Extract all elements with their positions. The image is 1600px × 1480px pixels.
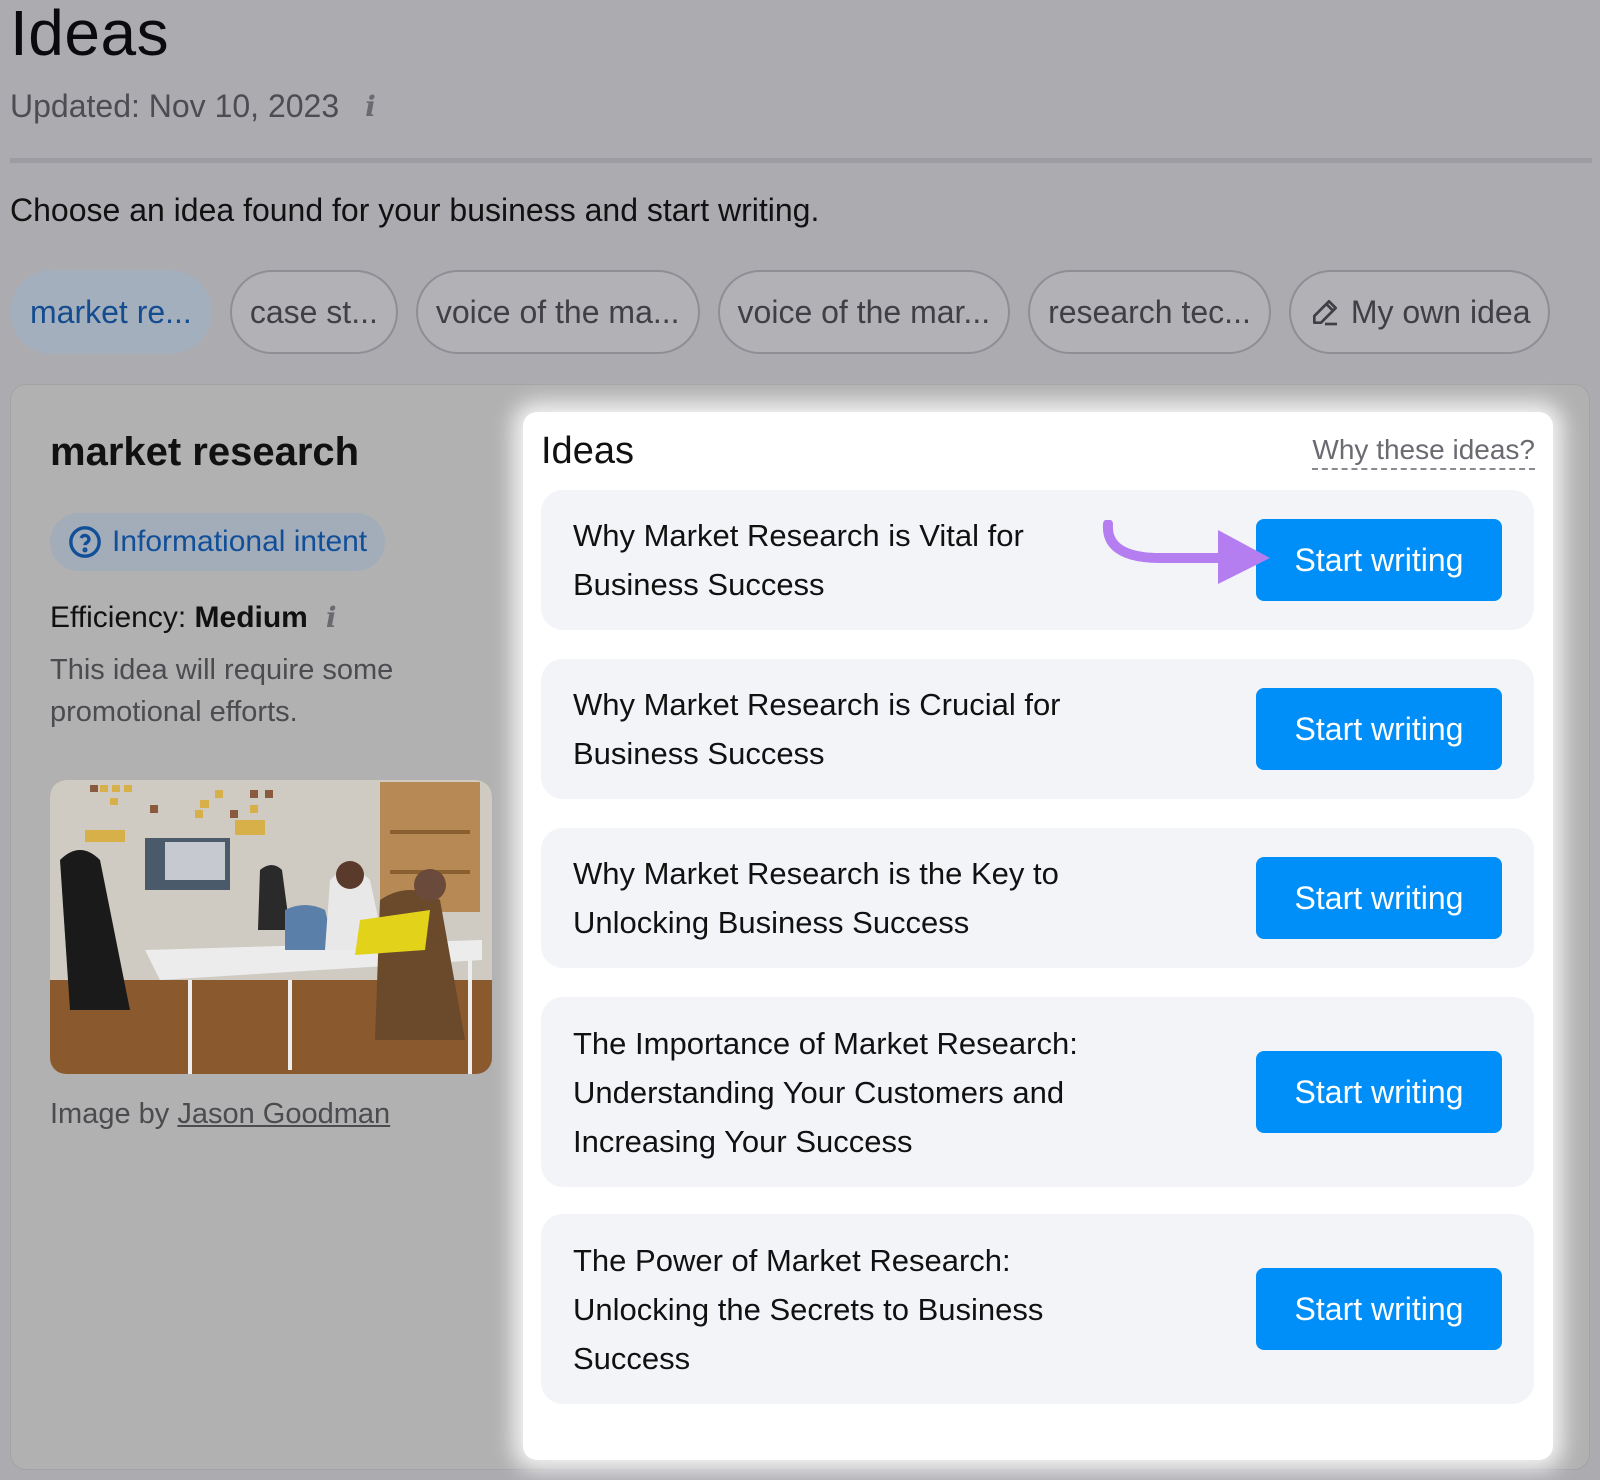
updated-date: Updated: Nov 10, 2023 [10, 88, 340, 124]
info-icon[interactable]: i [326, 601, 337, 634]
ideas-list-panel: Ideas Why these ideas? Why Market Resear… [523, 412, 1553, 1460]
intent-badge: Informational intent [50, 513, 386, 571]
idea-card: Why Market Research is Vital for Busines… [541, 490, 1534, 630]
idea-card: Why Market Research is the Key to Unlock… [541, 828, 1534, 968]
image-credit: Image by Jason Goodman [50, 1098, 390, 1131]
idea-title: Why Market Research is Vital for Busines… [573, 518, 1024, 602]
idea-card: Why Market Research is Crucial for Busin… [541, 659, 1534, 799]
idea-card: The Power of Market Research: Unlocking … [541, 1214, 1534, 1404]
divider [10, 158, 1592, 163]
chip-voice-of-market-2[interactable]: voice of the mar... [717, 270, 1011, 354]
credit-prefix: Image by [50, 1098, 170, 1130]
question-circle-icon [69, 526, 101, 558]
page-title: Ideas [10, 0, 170, 69]
chip-label: voice of the ma... [435, 293, 680, 330]
chip-market-research[interactable]: market re... [10, 270, 212, 354]
idea-title: The Power of Market Research: Unlocking … [573, 1242, 1044, 1376]
pencil-icon [1312, 300, 1337, 326]
idea-title: Why Market Research is Crucial for Busin… [573, 687, 1061, 771]
intro-text: Choose an idea found for your business a… [10, 192, 820, 228]
why-these-ideas-link[interactable]: Why these ideas? [1312, 434, 1535, 470]
meeting-photo-illustration [50, 780, 492, 1074]
start-writing-button[interactable]: Start writing [1256, 1268, 1502, 1350]
info-icon[interactable]: i [365, 90, 376, 123]
credit-author-link[interactable]: Jason Goodman [177, 1098, 390, 1130]
start-writing-button[interactable]: Start writing [1256, 1051, 1502, 1133]
idea-title: Why Market Research is the Key to Unlock… [573, 856, 1059, 940]
chip-label: My own idea [1350, 293, 1531, 330]
topic-photo [50, 780, 492, 1074]
idea-title: The Importance of Market Research: Under… [573, 1025, 1078, 1159]
start-writing-button[interactable]: Start writing [1256, 857, 1502, 939]
chip-label: case st... [249, 293, 378, 330]
chip-case-study[interactable]: case st... [229, 270, 398, 354]
ideas-title: Ideas [541, 430, 634, 472]
chip-label: market re... [30, 293, 192, 330]
intent-label: Informational intent [112, 525, 368, 558]
efficiency-label: Efficiency: [50, 601, 187, 634]
efficiency-value: Medium [194, 601, 308, 634]
updated-row: Updated: Nov 10, 2023 i [10, 88, 376, 125]
efficiency-row: Efficiency: Medium i [50, 601, 490, 635]
chip-label: research tec... [1048, 293, 1251, 330]
topic-title: market research [50, 430, 360, 474]
efficiency-description: This idea will require some promotional … [50, 654, 394, 728]
ideas-header: Ideas Why these ideas? [541, 430, 1535, 473]
topic-info: market research Informational intent Eff… [50, 430, 490, 733]
start-writing-button[interactable]: Start writing [1256, 688, 1502, 770]
chip-voice-of-market-1[interactable]: voice of the ma... [415, 270, 700, 354]
keyword-chips: market re... case st... voice of the ma.… [10, 270, 1551, 354]
start-writing-button[interactable]: Start writing [1256, 519, 1502, 601]
chip-my-own-idea[interactable]: My own idea [1288, 270, 1551, 354]
idea-card: The Importance of Market Research: Under… [541, 997, 1534, 1187]
chip-research-tec[interactable]: research tec... [1028, 270, 1271, 354]
chip-label: voice of the mar... [737, 293, 991, 330]
